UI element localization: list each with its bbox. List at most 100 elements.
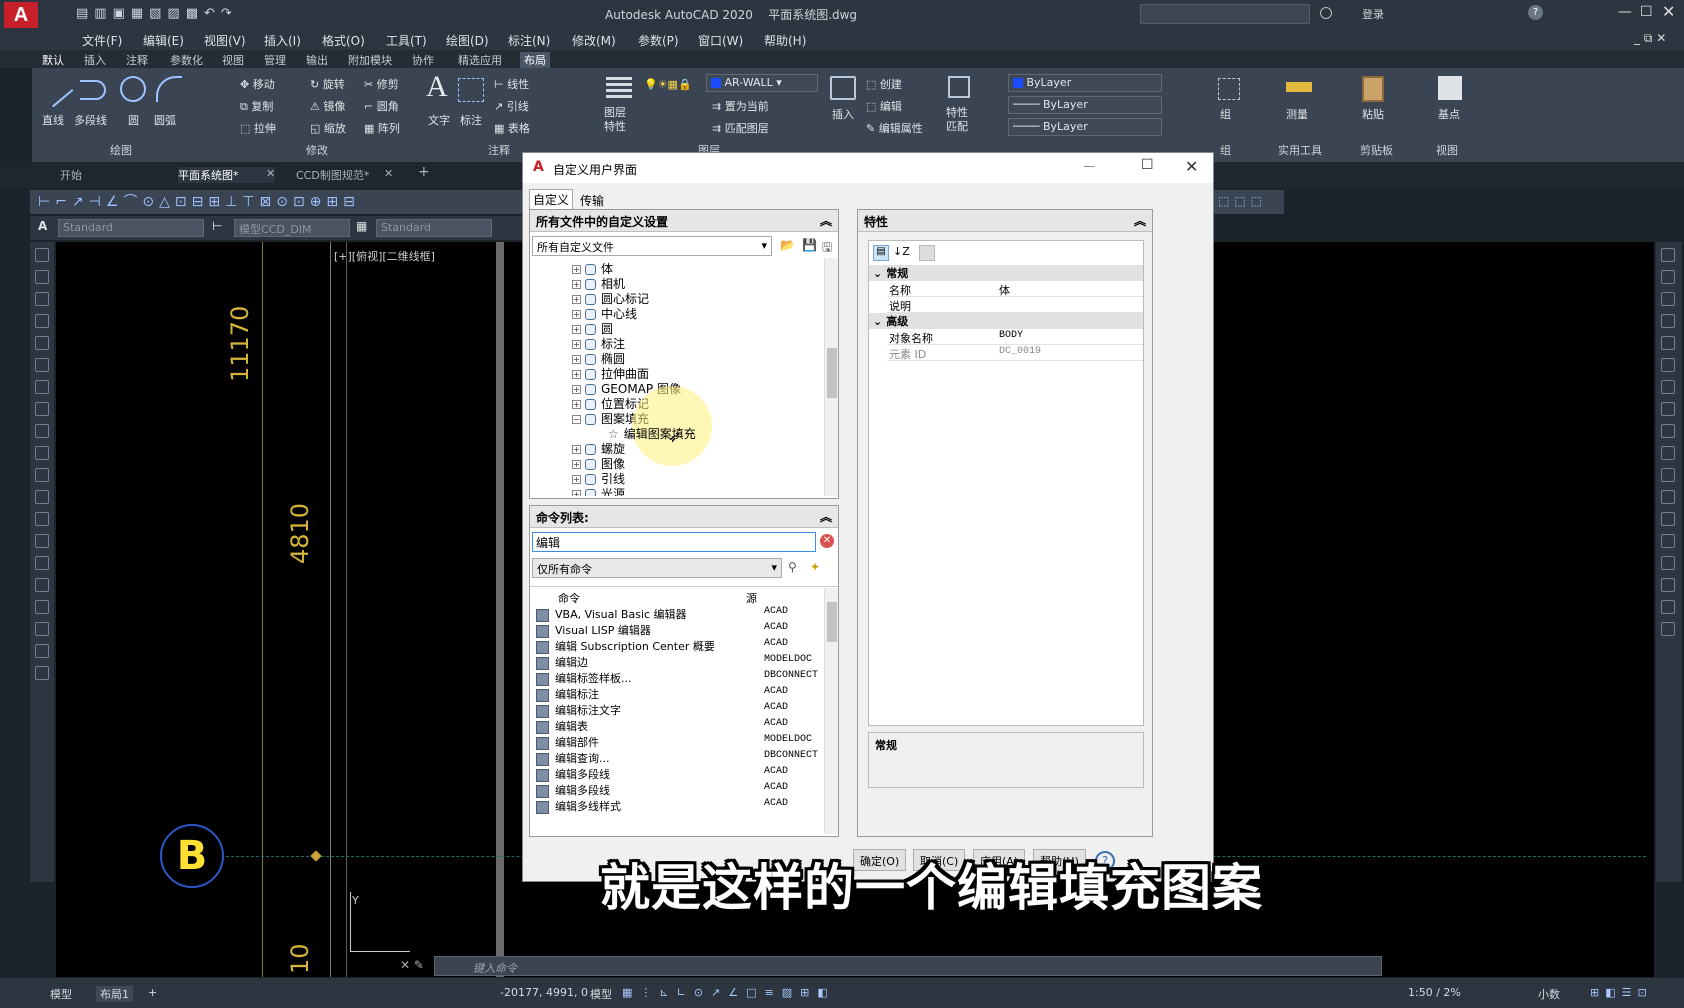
open-file-icon[interactable]: 📂 bbox=[780, 238, 795, 252]
dimension-toolbar[interactable]: ⊢⌐↗⊣∠⌒⊙△⊡⊟⊞⊥⊤⊠⊙⊡⊕⊞⊟ bbox=[30, 190, 530, 214]
user-icon[interactable] bbox=[1320, 7, 1332, 19]
tab-annotate[interactable]: 注释 bbox=[126, 52, 148, 68]
tab-output[interactable]: 输出 bbox=[306, 52, 328, 68]
arc-button[interactable]: 圆弧 bbox=[154, 112, 176, 128]
doc-tab-current[interactable]: 平面系统图* bbox=[178, 167, 275, 183]
prop-row-element-id[interactable]: 元素 ID DC_0019 bbox=[887, 345, 1143, 361]
category-advanced[interactable]: ⌄ 高级 bbox=[869, 313, 1143, 329]
menu-dimension[interactable]: 标注(N) bbox=[508, 32, 550, 49]
search-input[interactable] bbox=[1140, 4, 1310, 24]
viewport-label[interactable]: [+][俯视][二维线框] bbox=[334, 248, 435, 264]
quick-access-toolbar[interactable]: ▤▥▣▦▧▨▩↶↷ bbox=[76, 6, 316, 22]
polyline-button[interactable]: 多段线 bbox=[74, 112, 107, 128]
command-row[interactable]: 编辑标签样板... DBCONNECT bbox=[536, 670, 820, 686]
menu-insert[interactable]: 插入(I) bbox=[264, 32, 301, 49]
match-properties-icon[interactable] bbox=[948, 76, 970, 98]
menu-edit[interactable]: 编辑(E) bbox=[143, 32, 184, 49]
left-draw-toolbar[interactable] bbox=[30, 242, 54, 882]
close-button[interactable]: ✕ bbox=[1662, 2, 1675, 21]
set-current-button[interactable]: ⇉ 置为当前 bbox=[712, 98, 769, 114]
tab-transfer[interactable]: 传输 bbox=[577, 191, 607, 210]
match-properties-button[interactable]: 特性匹配 bbox=[946, 106, 974, 134]
array-button[interactable]: ▦ 阵列 bbox=[364, 120, 400, 136]
tab-manage[interactable]: 管理 bbox=[264, 52, 286, 68]
menu-modify[interactable]: 修改(M) bbox=[572, 32, 616, 49]
dim-style-combo[interactable]: 模型CCD_DIM bbox=[234, 219, 350, 237]
menu-tools[interactable]: 工具(T) bbox=[386, 32, 427, 49]
layer-combo[interactable]: AR-WALL ▾ bbox=[706, 74, 818, 92]
circle-button[interactable]: 圆 bbox=[128, 112, 139, 128]
mdi-minimize-button[interactable]: _ ⧉ ✕ bbox=[1634, 31, 1666, 46]
layer-properties-icon[interactable] bbox=[606, 76, 632, 98]
prop-row-object-name[interactable]: 对象名称 BODY bbox=[887, 329, 1143, 345]
measure-button[interactable]: 测量 bbox=[1286, 106, 1308, 122]
arc-icon[interactable] bbox=[156, 76, 182, 102]
units-select[interactable]: 小数 bbox=[1538, 986, 1560, 1002]
insert-block-button[interactable]: 插入 bbox=[832, 106, 854, 122]
collapse-icon[interactable]: ︽ bbox=[1134, 212, 1146, 229]
menu-draw[interactable]: 绘图(D) bbox=[446, 32, 489, 49]
add-layout-icon[interactable]: + bbox=[148, 986, 157, 999]
tab-addins[interactable]: 附加模块 bbox=[348, 52, 392, 68]
command-row[interactable]: 编辑部件 MODELDOC bbox=[536, 734, 820, 750]
help-icon[interactable]: ? bbox=[1528, 5, 1543, 20]
tab-collaborate[interactable]: 协作 bbox=[412, 52, 434, 68]
edit-block-button[interactable]: ⬚ 编辑 bbox=[866, 98, 902, 114]
doc-tab-ccd[interactable]: CCD制图规范* bbox=[296, 167, 369, 183]
command-row[interactable]: 编辑多段线 ACAD bbox=[536, 782, 820, 798]
groups-panel-title[interactable]: 组 bbox=[1220, 142, 1231, 158]
tab-layout[interactable]: 布局 bbox=[520, 52, 550, 68]
command-row[interactable]: 编辑查询... DBCONNECT bbox=[536, 750, 820, 766]
file-filter-select[interactable]: 所有自定义文件 ▾ bbox=[532, 236, 772, 256]
tab-customize[interactable]: 自定义 bbox=[529, 189, 574, 209]
collapse-icon[interactable]: ︽ bbox=[820, 508, 832, 525]
modify-panel-title[interactable]: 修改 bbox=[306, 142, 328, 158]
command-column-header[interactable]: 命令 bbox=[558, 590, 580, 606]
command-row[interactable]: Visual LISP 编辑器 ACAD bbox=[536, 622, 820, 638]
menu-help[interactable]: 帮助(H) bbox=[764, 32, 806, 49]
dialog-minimize-button[interactable]: — bbox=[1083, 159, 1095, 173]
property-grid[interactable]: ▤ ↓Z ⌄ 常规 名称体 说明 ⌄ 高级 对象名称 BODY 元素 ID DC_001… bbox=[868, 240, 1144, 726]
clear-search-icon[interactable]: ✕ bbox=[820, 534, 834, 548]
measure-icon[interactable] bbox=[1286, 82, 1312, 92]
command-filter-select[interactable]: 仅所有命令 ▾ bbox=[532, 558, 782, 578]
draw-panel-title[interactable]: 绘图 bbox=[110, 142, 132, 158]
lineweight-combo[interactable]: ──── ByLayer bbox=[1008, 118, 1162, 136]
command-row[interactable]: 编辑多段线 ACAD bbox=[536, 766, 820, 782]
minimize-button[interactable]: — bbox=[1618, 4, 1632, 20]
layout-tab-model[interactable]: 模型 bbox=[50, 986, 72, 1002]
move-button[interactable]: ✥ 移动 bbox=[240, 76, 275, 92]
leader-button[interactable]: ↗ 引线 bbox=[494, 98, 529, 114]
table-style-icon[interactable]: ▦ bbox=[356, 219, 367, 233]
text-icon[interactable]: A bbox=[426, 70, 448, 104]
edit-attribute-button[interactable]: ✎ 编辑属性 bbox=[866, 120, 923, 136]
dimension-button[interactable]: 标注 bbox=[460, 112, 482, 128]
tab-featured[interactable]: 精选应用 bbox=[458, 52, 502, 68]
mirror-button[interactable]: ⚠ 镜像 bbox=[310, 98, 345, 114]
scale-button[interactable]: ◱ 缩放 bbox=[310, 120, 346, 136]
trim-button[interactable]: ✂ 修剪 bbox=[364, 76, 399, 92]
login-link[interactable]: 登录 bbox=[1362, 6, 1384, 22]
right-modify-toolbar[interactable] bbox=[1656, 242, 1682, 882]
clipboard-panel-title[interactable]: 剪贴板 bbox=[1360, 142, 1393, 158]
command-row[interactable]: 编辑多线样式 ACAD bbox=[536, 798, 820, 814]
command-row[interactable]: 编辑表 ACAD bbox=[536, 718, 820, 734]
polyline-icon[interactable] bbox=[80, 80, 106, 100]
command-row[interactable]: 编辑 Subscription Center 概要 ACAD bbox=[536, 638, 820, 654]
property-pages-icon[interactable] bbox=[919, 245, 935, 261]
command-close-icon[interactable]: ✕ ✎ bbox=[400, 958, 424, 972]
dialog-maximize-button[interactable]: ☐ bbox=[1141, 157, 1154, 173]
tab-insert[interactable]: 插入 bbox=[84, 52, 106, 68]
collapse-icon[interactable]: ︽ bbox=[820, 212, 832, 229]
command-tree[interactable]: + 体 + 相机 + 圆心标记 + 中心线 + 圆 + 标注 + 椭圆 + 拉伸曲面 + GEOM… bbox=[532, 260, 822, 496]
status-tools[interactable]: ⊞◧☰⊡ bbox=[1590, 986, 1653, 999]
tree-scrollbar[interactable] bbox=[824, 258, 838, 496]
view-panel-title[interactable]: 视图 bbox=[1436, 142, 1458, 158]
tab-view[interactable]: 视图 bbox=[222, 52, 244, 68]
utilities-panel-title[interactable]: 实用工具 bbox=[1278, 142, 1322, 158]
stretch-button[interactable]: ⬚ 拉伸 bbox=[240, 120, 276, 136]
command-search-input[interactable] bbox=[532, 532, 816, 552]
insert-block-icon[interactable] bbox=[830, 76, 856, 100]
command-line[interactable]: 键入命令 bbox=[434, 956, 1382, 976]
category-general[interactable]: ⌄ 常规 bbox=[869, 265, 1143, 281]
